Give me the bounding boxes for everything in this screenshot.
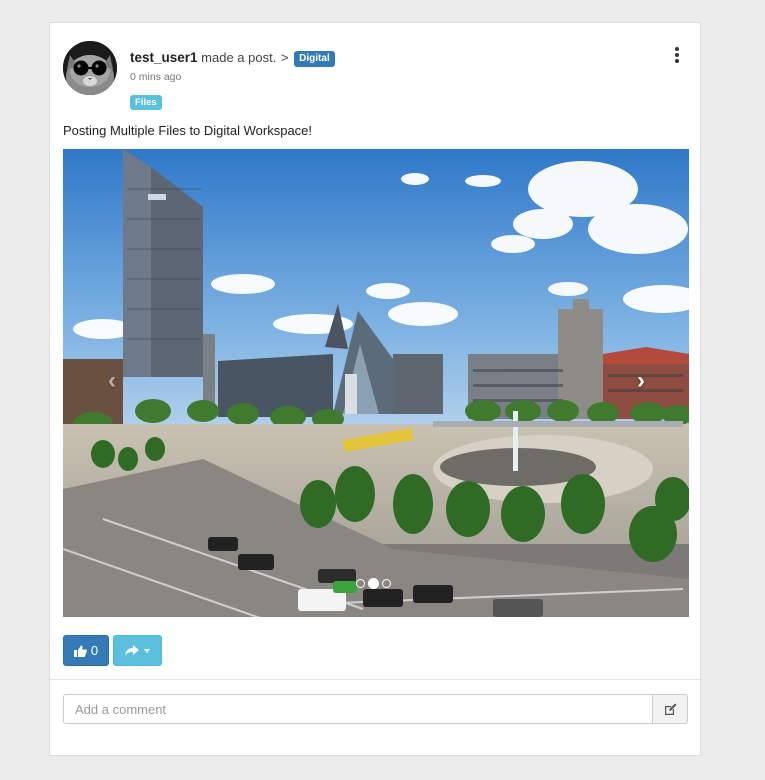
like-count: 0 (90, 643, 99, 658)
avatar[interactable] (63, 41, 117, 95)
kebab-dot (675, 53, 679, 57)
post-action-text: made a post. (201, 50, 277, 65)
arrow-separator: > (280, 50, 289, 65)
kebab-dot (675, 59, 679, 63)
edit-icon (664, 703, 676, 715)
post-timestamp: 0 mins ago (130, 71, 182, 83)
chevron-right-icon[interactable]: › (629, 366, 653, 396)
carousel-next-glyph: › (637, 367, 645, 394)
carousel-prev-glyph: ‹ (108, 367, 116, 394)
username-link[interactable]: test_user1 (130, 50, 198, 65)
carousel-indicator-3[interactable] (382, 578, 391, 588)
post-card: test_user1 made a post. > Digital 0 mins… (49, 22, 701, 756)
share-icon (125, 645, 139, 656)
cat-avatar-icon (63, 41, 117, 95)
post-header: test_user1 made a post. > Digital (130, 50, 335, 67)
city-square-photo (63, 149, 689, 617)
post-body-text: Posting Multiple Files to Digital Worksp… (63, 123, 313, 138)
carousel-indicator-2[interactable] (368, 577, 379, 589)
comment-submit-button[interactable] (652, 694, 688, 724)
carousel-indicators (356, 577, 391, 589)
space-badge[interactable]: Digital (294, 51, 335, 67)
tag-badge[interactable]: Files (130, 95, 162, 110)
comment-input[interactable] (63, 694, 653, 724)
kebab-dot (675, 47, 679, 51)
share-button[interactable] (113, 635, 162, 666)
section-divider (50, 679, 700, 680)
carousel-indicator-1[interactable] (356, 578, 365, 588)
chevron-left-icon[interactable]: ‹ (100, 366, 124, 396)
kebab-menu-icon[interactable] (670, 47, 684, 67)
image-carousel[interactable]: ‹ › (63, 149, 689, 617)
thumbs-up-icon (73, 644, 87, 657)
like-button[interactable]: 0 (63, 635, 109, 666)
caret-down-icon (144, 648, 150, 653)
